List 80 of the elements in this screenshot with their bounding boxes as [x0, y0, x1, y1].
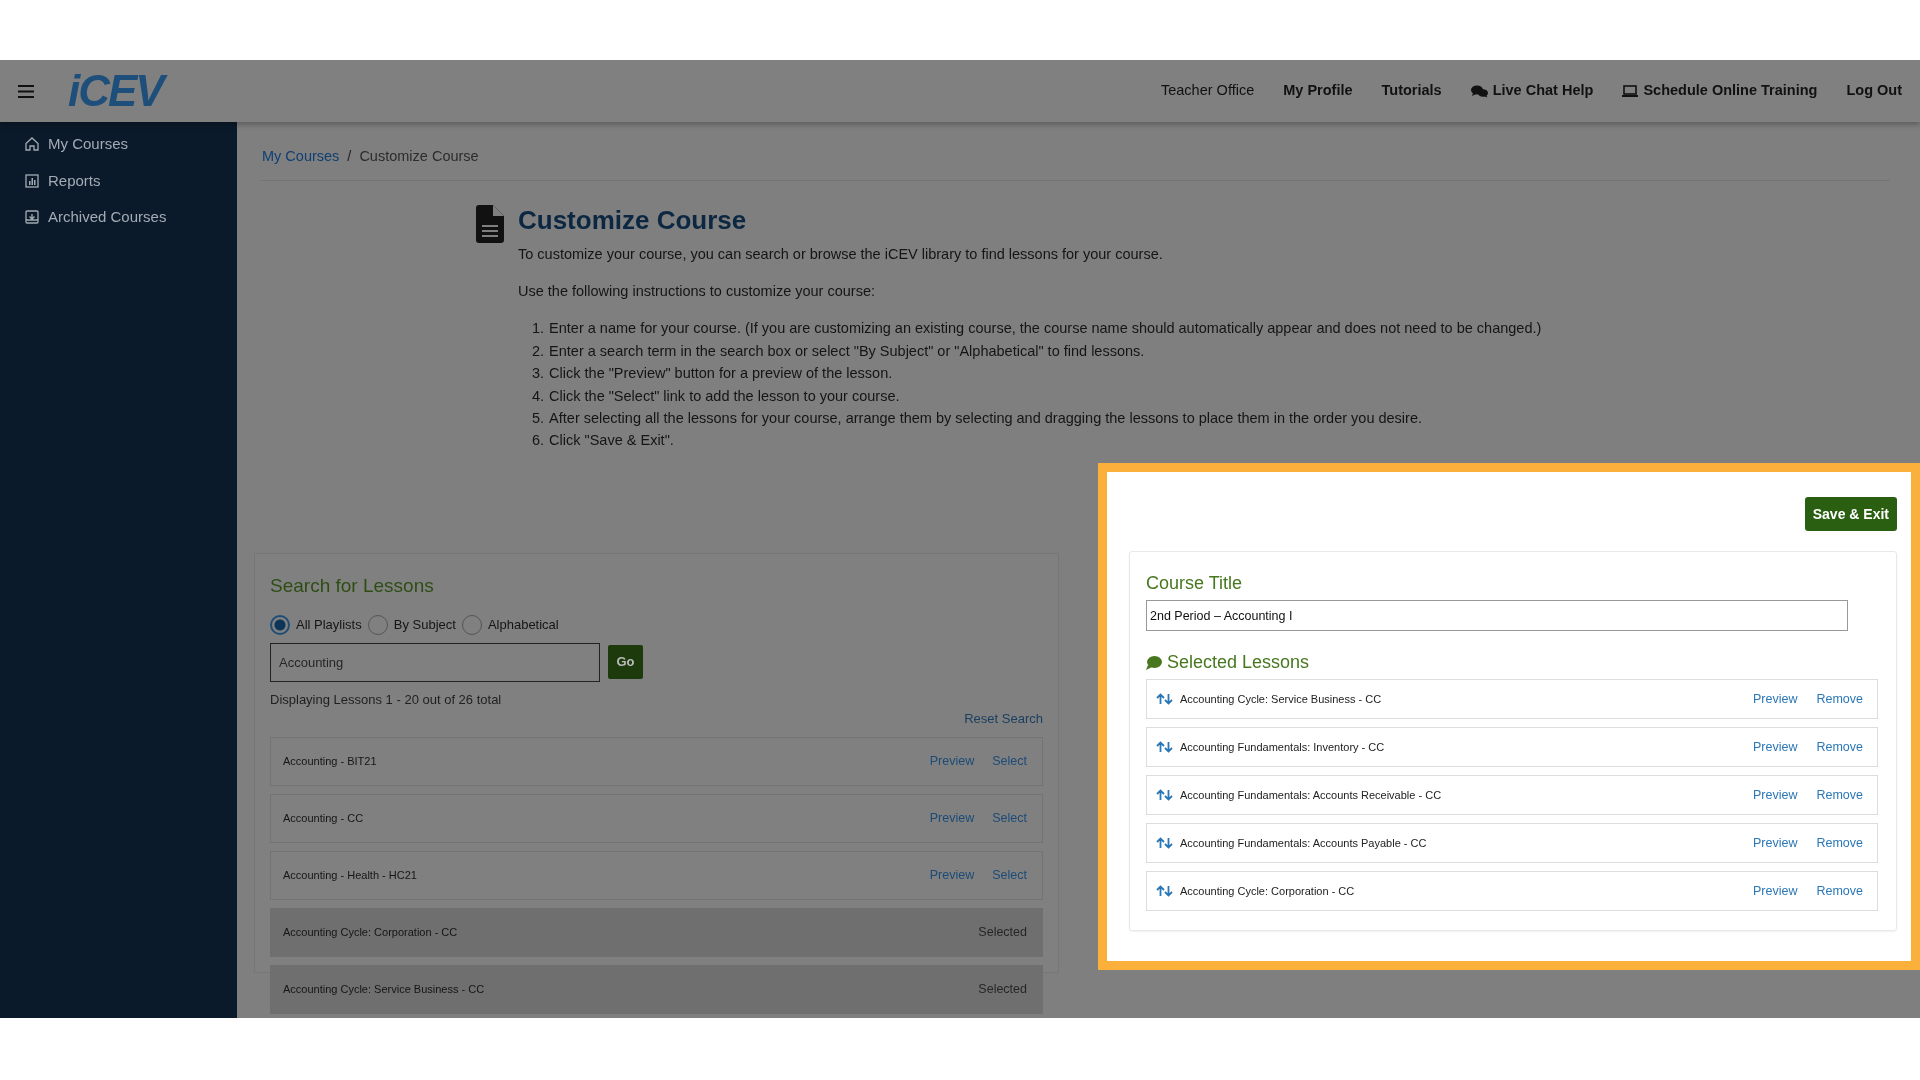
lesson-row[interactable]: Accounting Fundamentals: Accounts Payable - CC Preview Remove — [1146, 823, 1878, 863]
remove-link[interactable]: Remove — [1816, 785, 1863, 805]
go-button[interactable]: Go — [608, 645, 643, 679]
nav-link[interactable]: Schedule Online Training — [1622, 80, 1818, 102]
breadcrumb-link[interactable]: My Courses — [262, 146, 340, 168]
nav-link[interactable]: Live Chat Help — [1470, 80, 1594, 102]
preview-link[interactable]: Preview — [1753, 785, 1798, 805]
chart-icon — [25, 173, 39, 188]
radio-label: All Playlists — [296, 615, 362, 634]
radio-button[interactable] — [270, 614, 290, 635]
field-label: Course Title — [1146, 572, 1244, 595]
save-exit-button[interactable]: Save & Exit — [1804, 497, 1897, 531]
document-icon — [476, 204, 504, 243]
lesson-row[interactable]: Accounting Cycle: Service Business - CC Preview Remove — [1146, 679, 1878, 719]
selected-status: Selected — [978, 980, 1027, 998]
lesson-title: Accounting - CC — [283, 810, 365, 826]
step-text: Click the "Preview" button for a preview of the lesson. — [549, 364, 893, 384]
preview-link[interactable]: Preview — [1753, 881, 1798, 901]
sort-arrows-icon[interactable] — [1156, 741, 1173, 753]
step-text: After selecting all the lessons for your course, arrange them by selecting and dragging the lessons to place them in the order you desire. — [549, 409, 1422, 429]
section-title: Search for Lessons — [270, 574, 435, 598]
preview-link[interactable]: Preview — [1753, 737, 1798, 757]
step-number: 4. — [532, 386, 545, 406]
lesson-title: Accounting Fundamentals: Accounts Payable - CC — [1180, 835, 1428, 851]
nav-text: Teacher Office — [1161, 81, 1255, 101]
breadcrumb-current: Customize Course — [359, 147, 479, 166]
description-text: To customize your course, you can search or browse the iCEV library to find lessons for your course. — [518, 244, 1164, 264]
page-title: Customize Course — [518, 204, 748, 236]
selected-status: Selected — [978, 923, 1027, 941]
lesson-title: Accounting Cycle: Service Business - CC — [283, 981, 486, 997]
reset-search-link[interactable]: Reset Search — [964, 709, 1043, 729]
lesson-row[interactable]: Accounting Fundamentals: Accounts Receivable - CC Preview Remove — [1146, 775, 1878, 815]
lesson-title: Accounting Cycle: Service Business - CC — [1180, 691, 1383, 707]
course-title-field[interactable]: 2nd Period – Accounting I — [1146, 600, 1848, 631]
lesson-title: Accounting Fundamentals: Inventory - CC — [1180, 739, 1386, 755]
sort-arrows-icon[interactable] — [1156, 789, 1173, 801]
sort-arrows-icon[interactable] — [1156, 693, 1173, 705]
sidebar-item[interactable]: My Courses — [0, 126, 237, 163]
lesson-title: Accounting - BIT21 — [283, 753, 378, 769]
search-field[interactable]: Accounting — [270, 642, 600, 682]
step-number: 3. — [532, 364, 545, 384]
sort-arrows-icon[interactable] — [1156, 837, 1173, 849]
remove-link[interactable]: Remove — [1816, 833, 1863, 853]
radio-label: By Subject — [393, 615, 456, 634]
section-title: Selected Lessons — [1167, 651, 1310, 674]
lesson-title: Accounting Cycle: Corporation - CC — [283, 924, 459, 940]
lesson-title: Accounting Cycle: Corporation - CC — [1180, 883, 1356, 899]
instructions-lead: Use the following instructions to customize your course: — [518, 281, 877, 301]
remove-link[interactable]: Remove — [1816, 737, 1863, 757]
preview-link[interactable]: Preview — [1753, 833, 1798, 853]
remove-link[interactable]: Remove — [1816, 881, 1863, 901]
home-icon — [25, 137, 39, 152]
sidebar-item[interactable]: Archived Courses — [0, 199, 237, 236]
nav-link[interactable]: Tutorials — [1381, 80, 1442, 102]
laptop-icon — [1622, 85, 1639, 97]
step-text: Enter a search term in the search box or select "By Subject" or "Alphabetical" to find lessons. — [549, 341, 1145, 361]
remove-link[interactable]: Remove — [1816, 689, 1863, 709]
lesson-row[interactable]: Accounting Fundamentals: Inventory - CC Preview Remove — [1146, 727, 1878, 767]
breadcrumb-separator: / — [347, 147, 352, 166]
speech-bubble-icon — [1146, 655, 1162, 670]
nav-link[interactable]: Log Out — [1846, 80, 1902, 102]
step-number: 5. — [532, 409, 545, 429]
sort-arrows-icon[interactable] — [1156, 885, 1173, 897]
lesson-row[interactable]: Accounting Cycle: Corporation - CC Preview Remove — [1146, 871, 1878, 911]
chat-bubbles-icon — [1470, 84, 1488, 98]
results-count: Displaying Lessons 1 - 20 out of 26 total — [270, 690, 503, 709]
sidebar-item[interactable]: Reports — [0, 162, 237, 199]
lesson-title: Accounting Fundamentals: Accounts Receivable - CC — [1180, 787, 1443, 803]
step-text: Click "Save & Exit". — [549, 431, 674, 451]
step-number: 1. — [532, 319, 545, 339]
step-text: Enter a name for your course. (If you are customizing an existing course, the course name should automatically appear and does not need to be changed.) — [549, 319, 1542, 339]
archive-box-icon — [25, 210, 39, 225]
preview-link[interactable]: Preview — [1753, 689, 1798, 709]
step-number: 2. — [532, 341, 545, 361]
nav-link[interactable]: My Profile — [1283, 80, 1353, 102]
step-text: Click the "Select" link to add the lesson to your course. — [549, 386, 900, 406]
step-number: 6. — [532, 431, 545, 451]
lesson-title: Accounting - Health - HC21 — [283, 867, 418, 883]
radio-label: Alphabetical — [487, 615, 559, 634]
menu-icon[interactable] — [18, 84, 34, 98]
